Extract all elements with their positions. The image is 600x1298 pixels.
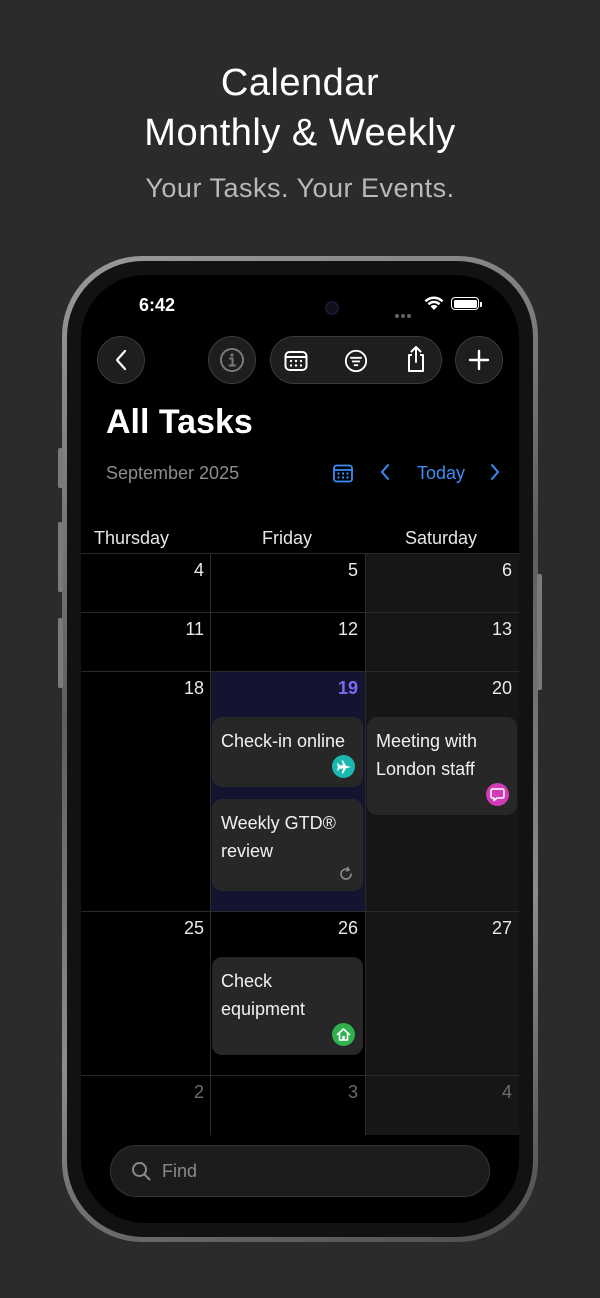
share-button[interactable] [404,346,428,372]
column-header-friday: Friday [262,528,313,548]
day-number: 4 [501,1082,512,1102]
info-button[interactable] [208,336,256,384]
promo-title-line1: Calendar [220,62,380,104]
day-cell[interactable]: 6 [365,553,519,612]
chat-bubble-icon [486,783,509,806]
plus-icon [468,349,490,371]
event-card[interactable]: Weekly GTD® review [212,799,363,891]
column-header-thursday: Thursday [94,528,170,548]
status-time: 6:42 [139,295,176,315]
column-header-saturday: Saturday [405,528,478,548]
today-button[interactable]: Today [417,463,465,484]
add-button[interactable] [455,336,503,384]
day-cell[interactable]: 12 [210,612,365,671]
day-cell[interactable]: 2 [81,1075,211,1135]
event-title: Meeting with London staff [376,731,478,779]
day-number: 6 [501,560,512,580]
event-title: Check equipment [221,971,306,1019]
day-number: 3 [347,1082,358,1102]
day-cell[interactable]: 5 [210,553,365,612]
back-button[interactable] [97,336,145,384]
signal-icon [395,305,417,318]
volume-down-button [58,618,63,688]
wifi-icon [424,296,444,310]
day-number: 18 [183,678,204,698]
promo-title-line2: Monthly & Weekly [144,112,456,154]
repeat-icon [340,866,352,880]
day-cell[interactable]: 11 [81,612,211,671]
month-label: September 2025 [106,463,240,483]
day-number: 25 [183,918,204,938]
day-cell[interactable]: 4 [81,553,211,612]
calendar-grid: 4 5 6 11 12 13 18 19 20 25 26 27 2 3 4 C… [81,553,519,1135]
dynamic-island [238,291,360,325]
day-cell[interactable]: 13 [365,612,519,671]
day-number: 5 [347,560,358,580]
day-number: 2 [193,1082,204,1102]
next-month-button[interactable] [489,462,501,482]
toolbar-pill [270,336,442,384]
event-card[interactable]: Check-in online [212,717,363,787]
promo-title: Calendar Monthly & Weekly [0,58,600,158]
side-button [58,448,63,488]
camera-icon [325,301,339,315]
search-icon [132,1162,151,1181]
day-cell[interactable]: 3 [210,1075,365,1135]
filter-button[interactable] [344,349,368,373]
calendar-grid-icon [284,351,308,371]
calendar-picker-icon[interactable] [333,464,353,483]
day-number: 26 [337,918,358,938]
event-card[interactable]: Check equipment [212,957,363,1055]
previous-month-button[interactable] [379,462,391,482]
search-bar[interactable]: Find [110,1145,490,1197]
day-number-today: 19 [337,678,358,698]
share-icon [408,346,424,372]
day-cell[interactable]: 4 [365,1075,519,1135]
chevron-left-icon [115,349,127,371]
promo-subtitle: Your Tasks. Your Events. [145,173,455,203]
day-number: 4 [193,560,204,580]
day-cell[interactable]: 25 [81,911,211,1075]
filter-lines-icon [344,349,368,373]
event-title: Check-in online [221,731,346,751]
day-number: 13 [491,619,512,639]
info-icon [220,348,244,372]
battery-icon [451,297,482,310]
day-number: 12 [337,619,358,639]
power-button [537,574,542,690]
phone-screen: 6:42 All Tasks September 2025 Today Thur… [81,275,519,1223]
day-number: 11 [185,619,204,639]
day-cell[interactable]: 27 [365,911,519,1075]
volume-up-button [58,522,63,592]
event-title: Weekly GTD® review [221,813,336,861]
day-cell[interactable]: 18 [81,671,211,911]
search-input[interactable]: Find [162,1161,197,1182]
day-number: 20 [491,678,512,698]
page-title: All Tasks [106,403,253,441]
event-card[interactable]: Meeting with London staff [367,717,517,815]
calendar-view-button[interactable] [284,349,308,373]
home-icon [332,1023,355,1046]
day-number: 27 [491,918,512,938]
airplane-icon [332,755,355,778]
